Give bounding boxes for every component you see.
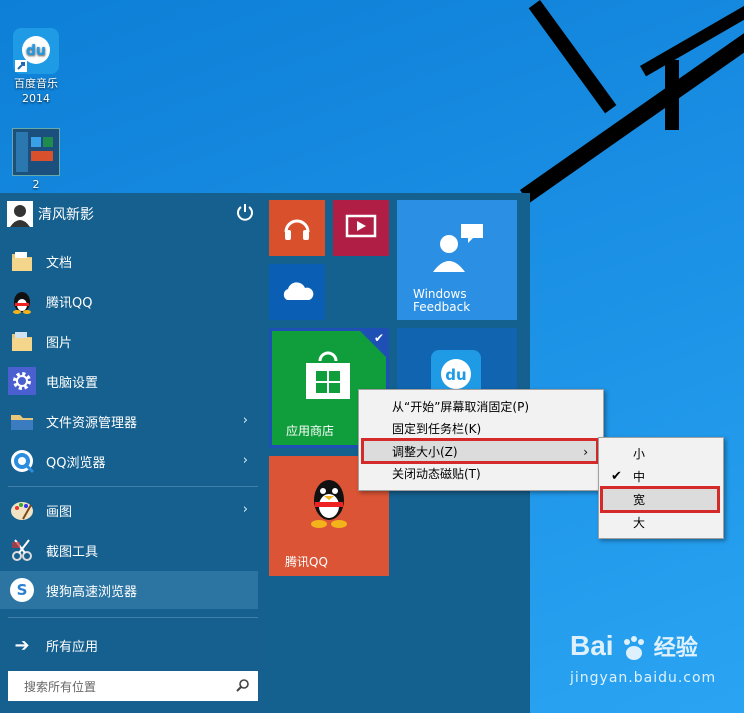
svg-text:du: du	[26, 43, 46, 59]
paint-palette-icon	[8, 496, 36, 524]
size-small[interactable]: 小	[633, 443, 645, 465]
highlight-box-wide	[600, 486, 720, 513]
gear-icon	[8, 367, 36, 395]
submenu-item-label: 大	[633, 516, 646, 530]
start-item-pictures[interactable]: 图片	[0, 322, 258, 360]
power-icon[interactable]	[235, 202, 255, 226]
start-item-paint[interactable]: 画图 ›	[0, 491, 258, 529]
paw-icon	[619, 634, 649, 668]
start-item-label: 腾讯QQ	[46, 295, 93, 311]
desktop-icon-2[interactable]: 2	[6, 128, 66, 191]
watermark-brand: Bai	[570, 630, 614, 661]
sogou-browser-icon: S	[8, 576, 36, 604]
folder-pictures-icon	[8, 327, 36, 355]
check-glyph: ✔	[373, 331, 384, 345]
ctx-item-label: 固定到任务栏(K)	[392, 422, 482, 436]
cloud-icon	[279, 280, 315, 307]
menu-separator	[8, 617, 258, 618]
desktop-icon-label: 2	[32, 178, 40, 191]
search-input[interactable]: 搜索所有位置	[8, 671, 258, 701]
start-item-label: 图片	[46, 335, 73, 351]
size-medium[interactable]: 中	[633, 466, 645, 488]
highlight-box-resize	[361, 438, 599, 464]
start-item-label: 电脑设置	[46, 375, 99, 391]
qq-browser-icon	[8, 447, 36, 475]
ctx-pin-taskbar[interactable]: 固定到任务栏(K)	[392, 418, 481, 440]
tile-label: Windows Feedback	[413, 287, 471, 314]
tile-label: 腾讯QQ	[285, 555, 328, 569]
tile-music[interactable]	[269, 200, 325, 256]
folder-documents-icon	[8, 247, 36, 275]
feedback-people-icon	[427, 222, 487, 285]
menu-separator	[8, 486, 258, 487]
video-play-icon	[345, 213, 377, 244]
screenshot-thumb-icon	[12, 128, 60, 176]
file-explorer-icon	[8, 407, 36, 435]
submenu-item-label: 中	[633, 470, 646, 484]
headphones-icon	[281, 212, 313, 247]
qq-penguin-icon	[8, 287, 36, 315]
search-icon	[236, 678, 250, 695]
start-item-label: 文档	[46, 255, 73, 271]
start-item-sogou-browser[interactable]: S 搜狗高速浏览器	[0, 571, 258, 609]
all-apps-link[interactable]: ➔ 所有应用	[0, 626, 258, 664]
start-item-label: 文件资源管理器	[46, 415, 138, 431]
user-account[interactable]: 清风新影	[0, 199, 265, 233]
user-name: 清风新影	[38, 207, 94, 223]
start-item-snipping-tool[interactable]: 截图工具	[0, 531, 258, 569]
start-item-documents[interactable]: 文档	[0, 242, 258, 280]
submenu-item-label: 小	[633, 447, 646, 461]
ctx-item-label: 关闭动态磁贴(T)	[392, 467, 481, 481]
tile-windows-feedback[interactable]: Windows Feedback	[397, 200, 517, 320]
size-large[interactable]: 大	[633, 512, 645, 534]
user-avatar-icon	[7, 201, 33, 227]
chevron-right-icon: ›	[242, 502, 248, 517]
desktop-icon-baidu-music[interactable]: du 百度音乐 2014	[6, 28, 66, 106]
start-item-qq[interactable]: 腾讯QQ	[0, 282, 258, 320]
checkmark-icon: ✔	[611, 469, 622, 484]
start-menu-left-pane: 清风新影 文档 腾讯QQ 图片 电脑设置 文件资源管理器 › QQ浏览器 › 画…	[0, 193, 265, 713]
search-placeholder: 搜索所有位置	[24, 679, 97, 694]
arrow-right-icon: ➔	[14, 634, 30, 656]
watermark-url: jingyan.baidu.com	[570, 669, 717, 686]
qq-penguin-icon	[305, 476, 353, 533]
tile-onedrive[interactable]	[269, 264, 325, 320]
svg-text:du: du	[445, 366, 466, 384]
baidu-music-icon: du	[13, 28, 59, 74]
all-apps-label: 所有应用	[46, 639, 99, 655]
baidu-jingyan-watermark: Bai 经验 jingyan.baidu.com	[570, 630, 716, 686]
chevron-right-icon: ›	[242, 413, 248, 428]
store-bag-icon	[300, 347, 360, 410]
start-item-pc-settings[interactable]: 电脑设置	[0, 362, 258, 400]
start-item-label: QQ浏览器	[46, 455, 106, 471]
tile-label: 应用商店	[286, 424, 335, 438]
scissors-icon	[8, 536, 36, 564]
chevron-right-icon: ›	[242, 453, 248, 468]
watermark-brand2: 经验	[653, 636, 698, 661]
start-item-label: 搜狗高速浏览器	[46, 584, 138, 600]
start-item-file-explorer[interactable]: 文件资源管理器 ›	[0, 402, 258, 440]
desktop-icon-label: 百度音乐 2014	[14, 77, 58, 105]
start-item-qq-browser[interactable]: QQ浏览器 ›	[0, 442, 258, 480]
svg-text:S: S	[17, 581, 28, 599]
ctx-item-label: 从“开始”屏幕取消固定(P)	[392, 400, 530, 414]
start-item-label: 画图	[46, 504, 73, 520]
start-item-label: 截图工具	[46, 544, 99, 560]
ctx-turn-off-live-tile[interactable]: 关闭动态磁贴(T)	[392, 463, 481, 485]
ctx-unpin-start[interactable]: 从“开始”屏幕取消固定(P)	[392, 396, 529, 418]
tile-video[interactable]	[333, 200, 389, 256]
